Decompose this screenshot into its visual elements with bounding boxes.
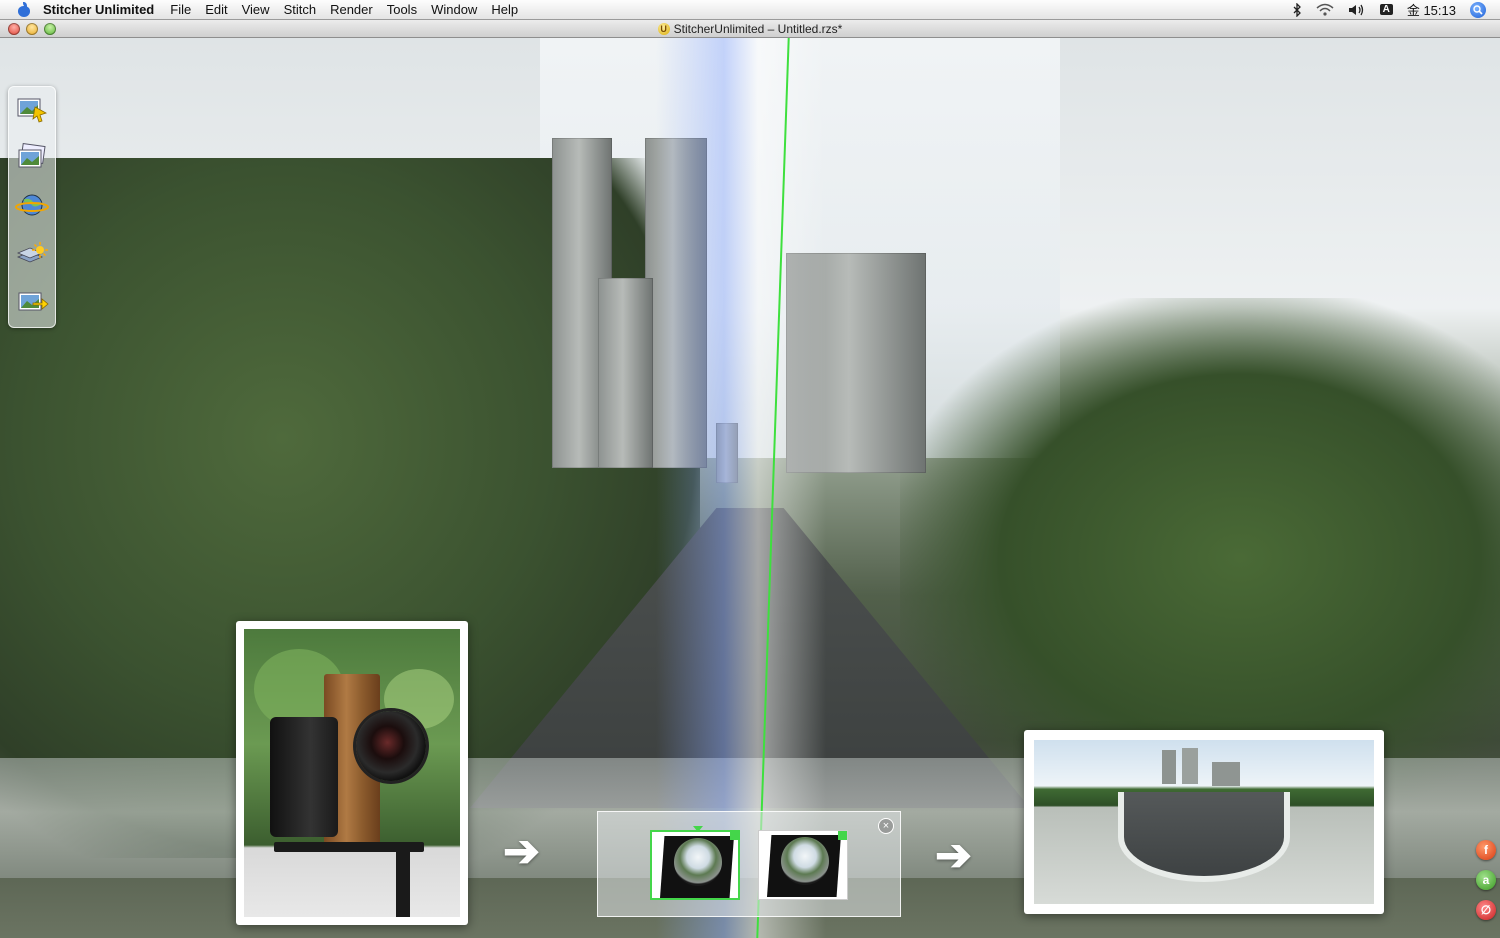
result-panorama-image bbox=[1034, 740, 1374, 904]
render-tool[interactable] bbox=[15, 285, 49, 317]
fisheye-thumbnail-2[interactable] bbox=[758, 830, 848, 900]
menu-app-name[interactable]: Stitcher Unlimited bbox=[43, 2, 154, 17]
menu-help[interactable]: Help bbox=[491, 2, 518, 17]
thumbnail-selected-marker bbox=[838, 831, 847, 840]
apple-menu-icon[interactable] bbox=[17, 2, 31, 17]
globe-icon bbox=[15, 194, 49, 216]
menu-stitch[interactable]: Stitch bbox=[284, 2, 317, 17]
fisheye-image bbox=[674, 838, 722, 886]
thumbnail-anchor-marker bbox=[693, 826, 703, 832]
workflow-arrow-right: ➔ bbox=[503, 827, 540, 876]
menu-bar: Stitcher Unlimited File Edit View Stitch… bbox=[0, 0, 1500, 20]
thumbnail-selected-marker bbox=[730, 831, 739, 840]
window-title-text: StitcherUnlimited – Untitled.rzs* bbox=[673, 21, 843, 36]
panorama-canvas[interactable]: ➔ × ➔ f a ∅ bbox=[0, 38, 1500, 938]
a-badge-icon[interactable]: a bbox=[1476, 870, 1496, 890]
camera-rig-image bbox=[244, 629, 460, 917]
layers-sun-icon bbox=[16, 242, 48, 263]
result-panorama-photo bbox=[1024, 730, 1384, 914]
menu-tools[interactable]: Tools bbox=[387, 2, 417, 17]
tripod-stem bbox=[396, 849, 410, 917]
bluetooth-icon[interactable] bbox=[1292, 2, 1302, 17]
menu-status-area: A 金 15:13 bbox=[1292, 0, 1500, 19]
workflow-arrow-right: ➔ bbox=[935, 831, 972, 880]
pano-tower bbox=[1182, 748, 1198, 784]
window-title: U StitcherUnlimited – Untitled.rzs* bbox=[0, 22, 1500, 36]
camera-rig-photo bbox=[236, 621, 468, 925]
unplug-badge-icon[interactable]: ∅ bbox=[1476, 900, 1496, 920]
fisheye-thumbnail-1[interactable] bbox=[650, 826, 740, 900]
flash-badge-icon[interactable]: f bbox=[1476, 840, 1496, 860]
menu-render[interactable]: Render bbox=[330, 2, 373, 17]
menu-window[interactable]: Window bbox=[431, 2, 477, 17]
stitch-seam-overlay bbox=[656, 38, 826, 938]
spotlight-icon[interactable] bbox=[1470, 1, 1486, 18]
menu-file[interactable]: File bbox=[170, 2, 191, 17]
fisheye-image bbox=[781, 837, 829, 885]
input-menu-icon[interactable]: A bbox=[1379, 4, 1393, 15]
pano-tower bbox=[1212, 762, 1240, 786]
volume-icon[interactable] bbox=[1348, 3, 1366, 17]
panorama-globe-tool[interactable] bbox=[15, 189, 49, 221]
photo-stack-icon bbox=[18, 142, 46, 168]
fisheye-lens bbox=[356, 711, 426, 781]
document-icon: U bbox=[657, 22, 670, 35]
panorama-tower bbox=[598, 278, 653, 468]
menu-clock[interactable]: 金 15:13 bbox=[1407, 0, 1456, 19]
layers-tool[interactable] bbox=[15, 237, 49, 269]
camera-body bbox=[270, 717, 338, 837]
close-tray-button[interactable]: × bbox=[878, 818, 894, 834]
render-export-icon bbox=[18, 292, 49, 311]
pano-curve bbox=[1118, 792, 1290, 882]
thumbnail-tray: × bbox=[597, 811, 901, 917]
wifi-icon[interactable] bbox=[1316, 3, 1334, 16]
import-images-tool[interactable] bbox=[15, 93, 49, 125]
pano-tower bbox=[1162, 750, 1176, 784]
menu-view[interactable]: View bbox=[242, 2, 270, 17]
tool-palette bbox=[8, 86, 56, 328]
import-images-icon bbox=[17, 98, 47, 123]
window-title-bar[interactable]: U StitcherUnlimited – Untitled.rzs* bbox=[0, 20, 1500, 38]
images-tool[interactable] bbox=[15, 141, 49, 173]
menu-edit[interactable]: Edit bbox=[205, 2, 227, 17]
